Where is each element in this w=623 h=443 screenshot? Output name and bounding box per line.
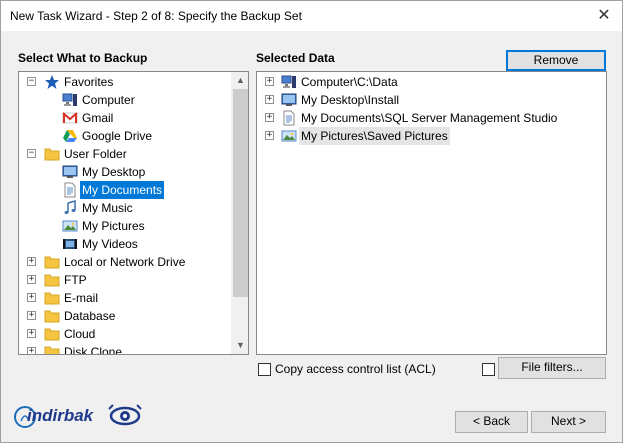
- expand-toggle-icon[interactable]: +: [27, 275, 36, 284]
- expand-toggle-icon[interactable]: +: [27, 347, 36, 354]
- source-tree-item-label: Local or Network Drive: [64, 255, 186, 269]
- document-icon: [62, 182, 78, 198]
- selected-data-tree[interactable]: + Computer\C:\Data + My Desktop\Install + My …: [256, 71, 607, 355]
- source-tree-item-label: My Music: [82, 201, 133, 215]
- folder-icon: [44, 254, 60, 270]
- scroll-down-arrow-icon[interactable]: ▼: [232, 337, 248, 354]
- expand-toggle-icon[interactable]: −: [27, 149, 36, 158]
- folder-icon: [44, 326, 60, 342]
- source-tree-item-label: User Folder: [64, 147, 127, 161]
- indirbak-logo: indirbak: [13, 403, 143, 432]
- selected-data-item[interactable]: + Computer\C:\Data: [257, 73, 597, 91]
- scroll-thumb[interactable]: [233, 89, 248, 297]
- source-tree-item[interactable]: My Documents: [19, 181, 229, 199]
- source-tree-item[interactable]: + FTP: [19, 271, 229, 289]
- computer-icon: [62, 92, 78, 108]
- source-tree-item[interactable]: Gmail: [19, 109, 229, 127]
- selected-data-item-label: My Pictures\Saved Pictures: [299, 127, 450, 145]
- source-tree-item[interactable]: My Videos: [19, 235, 229, 253]
- source-tree-item-label: Database: [64, 309, 116, 323]
- scroll-up-arrow-icon[interactable]: ▲: [232, 72, 248, 89]
- picture-icon: [62, 218, 78, 234]
- google-drive-icon: [62, 128, 78, 144]
- file-filters-checkbox[interactable]: [482, 363, 495, 376]
- source-tree-scrollbar[interactable]: ▲ ▼: [231, 72, 248, 354]
- video-icon: [62, 236, 78, 252]
- computer-icon: [281, 74, 297, 90]
- source-tree[interactable]: − Favorites Computer Gmail Google Drive − User…: [18, 71, 249, 355]
- source-tree-item-label: E-mail: [64, 291, 99, 305]
- source-tree-item-label: Computer: [82, 93, 135, 107]
- source-tree-item-label: Disk Clone: [64, 345, 123, 355]
- source-tree-item-label: My Videos: [82, 237, 138, 251]
- logo-text: indirbak: [27, 406, 94, 425]
- source-tree-item[interactable]: My Music: [19, 199, 229, 217]
- music-icon: [62, 200, 78, 216]
- star-icon: [44, 74, 60, 90]
- source-tree-item-label: Favorites: [64, 75, 114, 89]
- window-title: New Task Wizard - Step 2 of 8: Specify t…: [10, 9, 302, 23]
- back-button[interactable]: < Back: [455, 411, 528, 433]
- selected-data-item-label: Computer\C:\Data: [301, 75, 398, 89]
- title-bar: New Task Wizard - Step 2 of 8: Specify t…: [1, 1, 622, 31]
- folder-icon: [44, 290, 60, 306]
- expand-toggle-icon[interactable]: +: [27, 257, 36, 266]
- folder-icon: [44, 146, 60, 162]
- remove-button[interactable]: Remove: [506, 50, 606, 71]
- source-tree-item-label: FTP: [64, 273, 87, 287]
- folder-icon: [44, 308, 60, 324]
- folder-icon: [44, 272, 60, 288]
- expand-toggle-icon[interactable]: +: [27, 311, 36, 320]
- selected-data-item[interactable]: + My Documents\SQL Server Management Stud…: [257, 109, 597, 127]
- desktop-icon: [62, 164, 78, 180]
- file-filters-button[interactable]: File filters...: [498, 357, 606, 379]
- expand-toggle-icon[interactable]: +: [27, 293, 36, 302]
- source-tree-item[interactable]: + Cloud: [19, 325, 229, 343]
- source-tree-item[interactable]: + E-mail: [19, 289, 229, 307]
- source-tree-item[interactable]: My Pictures: [19, 217, 229, 235]
- expand-toggle-icon[interactable]: +: [265, 131, 274, 140]
- source-tree-item-label: Google Drive: [82, 129, 153, 143]
- desktop-icon: [281, 92, 297, 108]
- source-tree-item[interactable]: Computer: [19, 91, 229, 109]
- acl-checkbox[interactable]: [258, 363, 271, 376]
- source-tree-item[interactable]: + Disk Clone: [19, 343, 229, 355]
- source-tree-item-label: Cloud: [64, 327, 96, 341]
- source-tree-item-label: My Desktop: [82, 165, 146, 179]
- source-tree-item[interactable]: Google Drive: [19, 127, 229, 145]
- select-what-heading: Select What to Backup: [18, 51, 148, 65]
- source-tree-item-label: My Documents: [80, 181, 165, 199]
- wizard-window: New Task Wizard - Step 2 of 8: Specify t…: [0, 0, 623, 443]
- source-tree-item[interactable]: + Local or Network Drive: [19, 253, 229, 271]
- expand-toggle-icon[interactable]: −: [27, 77, 36, 86]
- source-tree-item-label: My Pictures: [82, 219, 145, 233]
- source-tree-item[interactable]: − User Folder: [19, 145, 229, 163]
- selected-data-heading: Selected Data: [256, 51, 335, 65]
- source-tree-item-label: Gmail: [82, 111, 114, 125]
- selected-data-item-label: My Documents\SQL Server Management Studi…: [301, 111, 558, 125]
- close-button[interactable]: ✕: [592, 4, 616, 28]
- expand-toggle-icon[interactable]: +: [265, 113, 274, 122]
- picture-icon: [281, 128, 297, 144]
- expand-toggle-icon[interactable]: +: [265, 77, 274, 86]
- expand-toggle-icon[interactable]: +: [27, 329, 36, 338]
- document-icon: [281, 110, 297, 126]
- gmail-icon: [62, 110, 78, 126]
- source-tree-item[interactable]: − Favorites: [19, 73, 229, 91]
- selected-data-item-label: My Desktop\Install: [301, 93, 400, 107]
- acl-label: Copy access control list (ACL): [275, 362, 436, 376]
- folder-icon: [44, 344, 60, 354]
- eye-logo-icon: [108, 404, 142, 426]
- expand-toggle-icon[interactable]: +: [265, 95, 274, 104]
- selected-data-item[interactable]: + My Pictures\Saved Pictures: [257, 127, 597, 145]
- selected-data-item[interactable]: + My Desktop\Install: [257, 91, 597, 109]
- next-button[interactable]: Next >: [531, 411, 606, 433]
- source-tree-item[interactable]: + Database: [19, 307, 229, 325]
- source-tree-item[interactable]: My Desktop: [19, 163, 229, 181]
